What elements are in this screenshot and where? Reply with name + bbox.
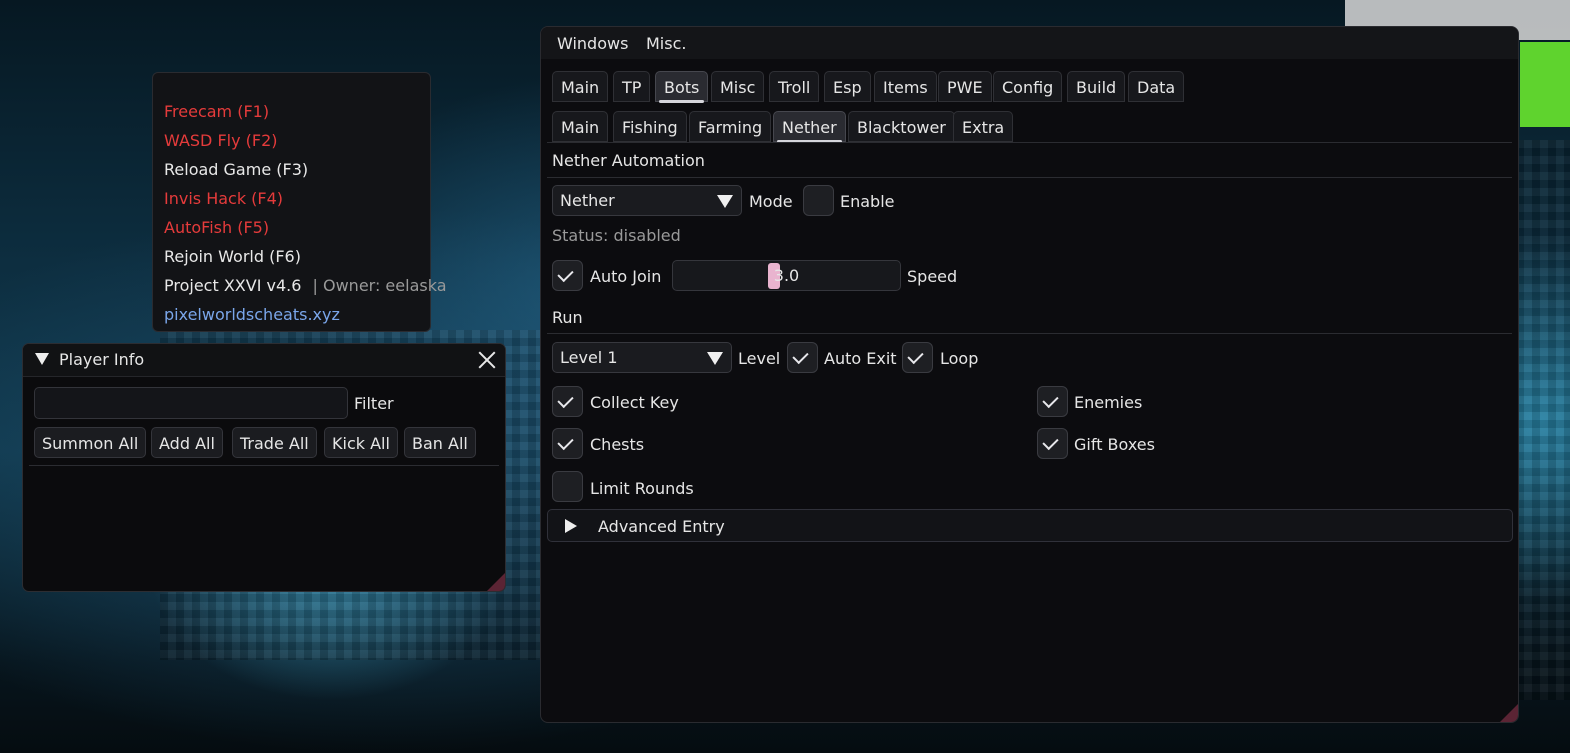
level-value: Level 1: [560, 348, 618, 367]
check-icon: [907, 347, 924, 365]
auto-exit-checkbox[interactable]: [787, 342, 818, 373]
game-logo-fragment-green: [1520, 42, 1570, 127]
mode-label: Mode: [749, 192, 793, 211]
player-info-window: Player Info Filter Summon All Add All Tr…: [22, 343, 506, 592]
kick-all-button[interactable]: Kick All: [324, 427, 398, 458]
chests-label: Chests: [590, 435, 645, 454]
version-text: Project XXVI v4.6: [164, 276, 302, 295]
enable-checkbox[interactable]: [803, 185, 834, 216]
subtab-fishing[interactable]: Fishing: [613, 111, 687, 142]
collect-key-checkbox[interactable]: [552, 386, 583, 417]
level-label: Level: [738, 349, 781, 368]
tab-misc[interactable]: Misc: [711, 71, 765, 102]
status-text: Status: disabled: [552, 226, 681, 245]
hotkey-rejoin-world[interactable]: Rejoin World (F6): [164, 247, 301, 266]
subtab-divider: [547, 142, 1512, 143]
speed-label: Speed: [907, 267, 958, 286]
check-icon: [1042, 391, 1059, 409]
player-info-title: Player Info: [59, 350, 145, 369]
chevron-down-icon: [717, 195, 733, 208]
subtab-nether[interactable]: Nether: [773, 111, 846, 143]
menubar: Windows Misc.: [541, 27, 1518, 59]
website-link[interactable]: pixelworldscheats.xyz: [164, 305, 340, 324]
check-icon: [792, 347, 809, 365]
loop-label: Loop: [940, 349, 979, 368]
tab-data[interactable]: Data: [1128, 71, 1185, 102]
menu-misc[interactable]: Misc.: [646, 34, 686, 53]
auto-exit-label: Auto Exit: [824, 349, 897, 368]
subtab-main[interactable]: Main: [552, 111, 609, 142]
run-title: Run: [552, 308, 583, 327]
trade-all-button[interactable]: Trade All: [232, 427, 317, 458]
close-icon[interactable]: [478, 351, 496, 369]
tab-config[interactable]: Config: [993, 71, 1063, 102]
tab-build[interactable]: Build: [1067, 71, 1126, 102]
add-all-button[interactable]: Add All: [151, 427, 223, 458]
resize-grip[interactable]: [1500, 704, 1518, 722]
hotkey-freecam[interactable]: Freecam (F1): [164, 102, 269, 121]
limit-rounds-checkbox[interactable]: [552, 471, 583, 502]
mode-dropdown[interactable]: Nether: [552, 185, 742, 216]
check-icon: [557, 265, 574, 283]
gift-boxes-checkbox[interactable]: [1037, 428, 1068, 459]
limit-rounds-label: Limit Rounds: [590, 479, 694, 498]
speed-value: 3.0: [773, 266, 800, 285]
check-icon: [557, 391, 574, 409]
summon-all-button[interactable]: Summon All: [34, 427, 147, 458]
loop-checkbox[interactable]: [902, 342, 933, 373]
mode-value: Nether: [560, 191, 615, 210]
enemies-checkbox[interactable]: [1037, 386, 1068, 417]
ban-all-button[interactable]: Ban All: [404, 427, 476, 458]
menu-windows[interactable]: Windows: [557, 34, 628, 53]
hotkey-wasd-fly[interactable]: WASD Fly (F2): [164, 131, 278, 150]
speed-slider[interactable]: 3.0: [672, 260, 901, 291]
level-dropdown[interactable]: Level 1: [552, 342, 732, 373]
tab-esp[interactable]: Esp: [824, 71, 871, 102]
hotkey-autofish[interactable]: AutoFish (F5): [164, 218, 269, 237]
section-divider: [547, 177, 1512, 178]
auto-join-label: Auto Join: [590, 267, 662, 286]
filter-label: Filter: [354, 394, 394, 413]
owner-text: | Owner: eelaska: [312, 276, 447, 295]
player-info-titlebar[interactable]: Player Info: [23, 344, 505, 377]
filter-input[interactable]: [34, 387, 348, 419]
hotkey-reload-game[interactable]: Reload Game (F3): [164, 160, 308, 179]
divider: [29, 465, 499, 466]
version-line: Project XXVI v4.6 | Owner: eelaska: [164, 276, 447, 295]
tab-tp[interactable]: TP: [613, 71, 651, 102]
expand-arrow-icon: [565, 519, 577, 533]
tab-items[interactable]: Items: [874, 71, 937, 102]
tab-bots[interactable]: Bots: [655, 71, 709, 103]
subtab-farming[interactable]: Farming: [689, 111, 772, 142]
tab-troll[interactable]: Troll: [769, 71, 820, 102]
auto-join-checkbox[interactable]: [552, 260, 583, 291]
chests-checkbox[interactable]: [552, 428, 583, 459]
run-divider: [547, 333, 1512, 334]
gift-boxes-label: Gift Boxes: [1074, 435, 1155, 454]
hotkey-overlay: Freecam (F1) WASD Fly (F2) Reload Game (…: [152, 72, 447, 332]
check-icon: [557, 433, 574, 451]
collect-key-label: Collect Key: [590, 393, 679, 412]
hotkey-invis-hack[interactable]: Invis Hack (F4): [164, 189, 283, 208]
subtab-extra[interactable]: Extra: [953, 111, 1014, 142]
main-window: Windows Misc. Main TP Bots Misc Troll Es…: [540, 26, 1519, 723]
resize-grip[interactable]: [487, 573, 505, 591]
advanced-entry-label: Advanced Entry: [598, 517, 725, 536]
check-icon: [1042, 433, 1059, 451]
tab-main[interactable]: Main: [552, 71, 609, 102]
collapse-arrow-icon[interactable]: [35, 353, 49, 365]
chevron-down-icon: [707, 352, 723, 365]
section-title: Nether Automation: [552, 151, 705, 170]
advanced-entry-header[interactable]: Advanced Entry: [547, 509, 1513, 542]
enemies-label: Enemies: [1074, 393, 1143, 412]
subtab-blacktower[interactable]: Blacktower: [848, 111, 955, 142]
enable-label: Enable: [840, 192, 895, 211]
tab-pwe[interactable]: PWE: [938, 71, 992, 102]
